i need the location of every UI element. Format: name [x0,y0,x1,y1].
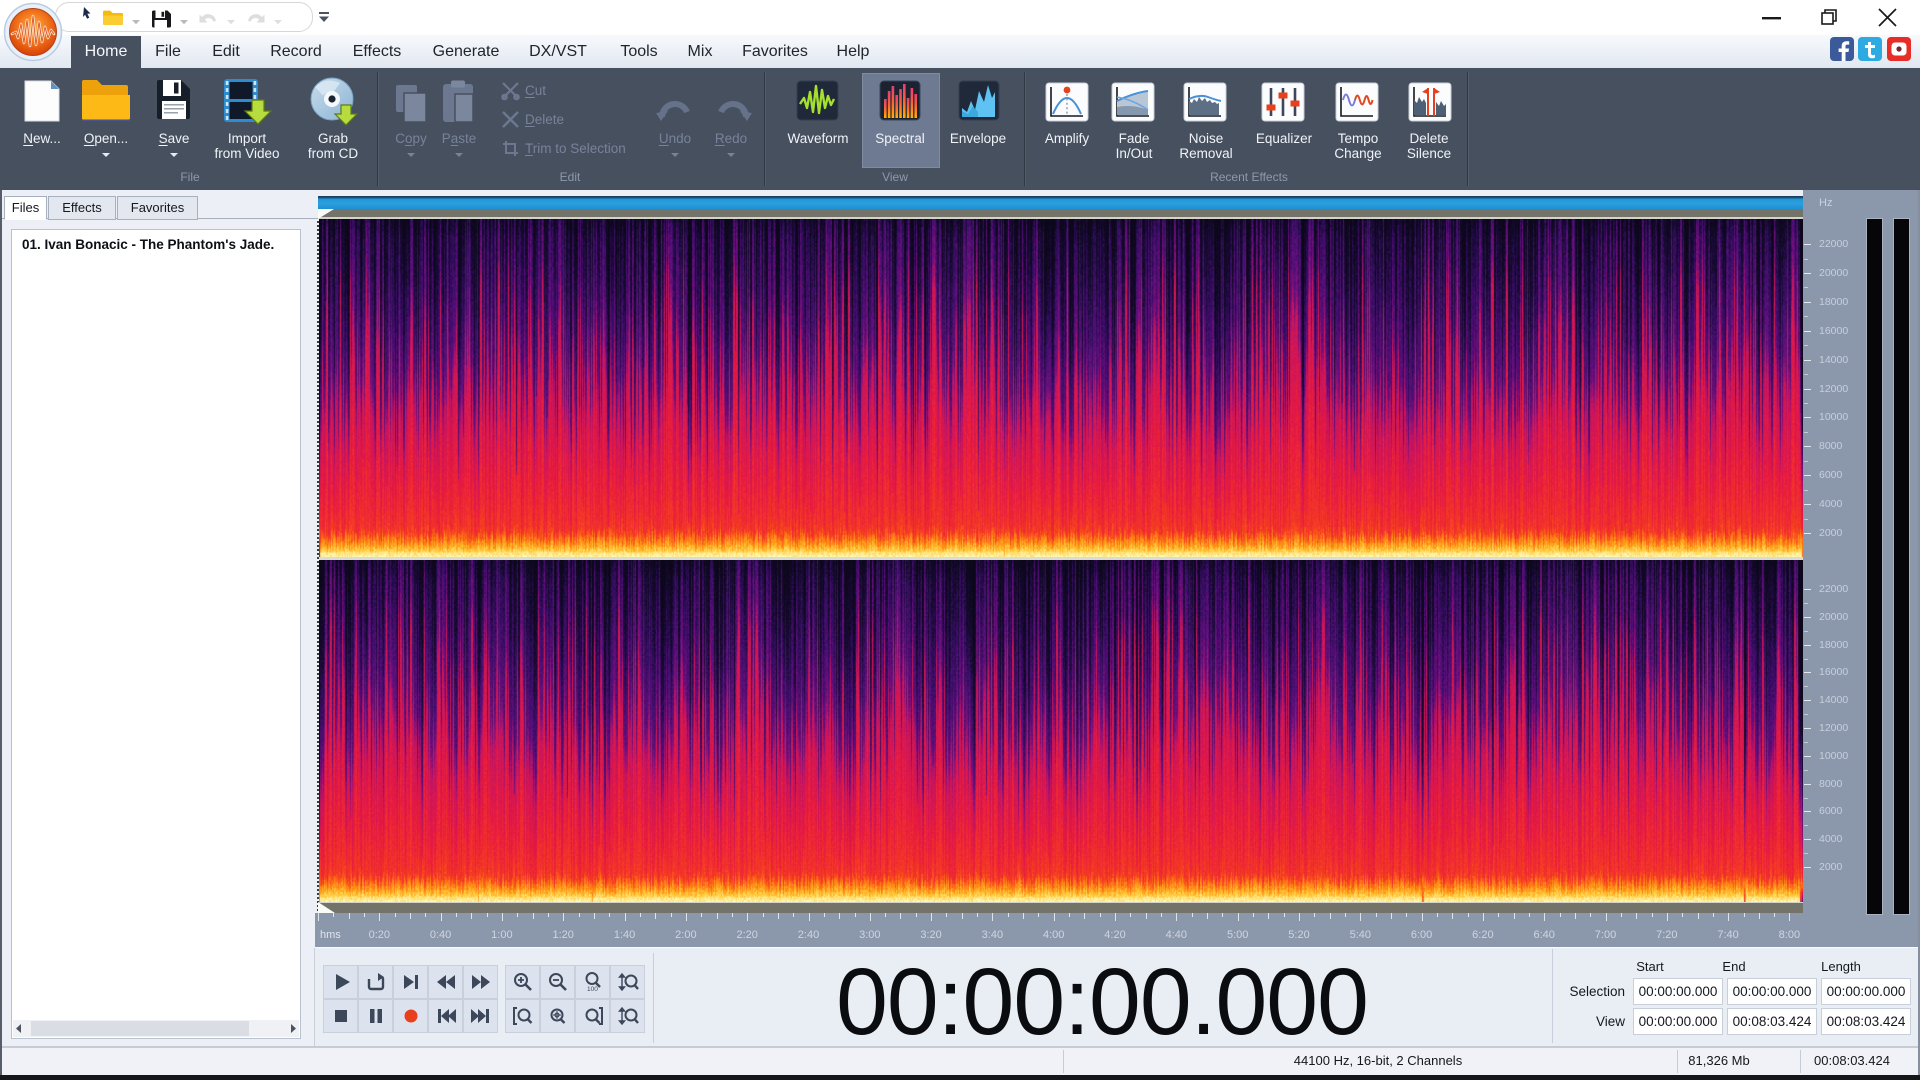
svg-text:100: 100 [587,986,598,993]
